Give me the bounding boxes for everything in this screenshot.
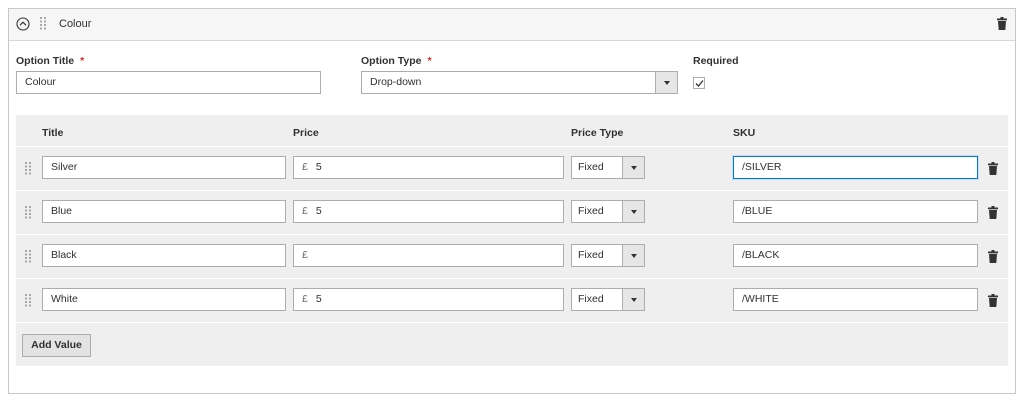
currency-symbol: £ [302,205,308,217]
value-price-input[interactable]: £ [293,244,564,267]
value-price-input[interactable]: £5 [293,200,564,223]
value-price-type-select[interactable]: Fixed [571,200,645,223]
value-price-type-text: Fixed [578,249,604,261]
value-title-input[interactable]: Black [42,244,286,267]
table-row: Blue £5 Fixed /BLUE [16,190,1008,234]
trash-icon[interactable] [988,250,998,263]
chevron-down-icon[interactable] [622,157,644,178]
drag-handle-icon[interactable] [25,162,31,175]
column-header-sku: SKU [733,127,756,139]
currency-symbol: £ [302,161,308,173]
value-title-input[interactable]: Blue [42,200,286,223]
option-title-input[interactable]: Colour [16,71,321,94]
value-price-type-text: Fixed [578,161,604,173]
table-row: Silver £5 Fixed /SILVER [16,146,1008,190]
table-row: Black £ Fixed /BLACK [16,234,1008,278]
value-sku-input[interactable]: /BLUE [733,200,978,223]
value-price-text: 5 [315,293,322,305]
row-divider [16,322,1008,323]
drag-handle-icon[interactable] [25,206,31,219]
option-title-value: Colour [25,76,56,88]
trash-icon[interactable] [988,162,998,175]
chevron-down-icon[interactable] [622,201,644,222]
value-price-text: 5 [315,161,322,173]
value-sku-text: /SILVER [742,161,782,173]
required-star: * [80,55,85,67]
value-price-input[interactable]: £5 [293,288,564,311]
value-sku-input[interactable]: /SILVER [733,156,978,179]
value-price-type-text: Fixed [578,293,604,305]
column-header-price: Price [293,127,319,139]
option-values-grid: Title Price Price Type SKU Silver £5 Fix… [16,115,1008,366]
trash-icon[interactable] [988,294,998,307]
value-sku-input[interactable]: /WHITE [733,288,978,311]
option-title-label: Option Title * [16,55,84,67]
option-title-label-text: Option Title [16,55,75,67]
value-price-input[interactable]: £5 [293,156,564,179]
chevron-down-icon[interactable] [622,289,644,310]
chevron-down-icon[interactable] [622,245,644,266]
drag-handle-icon[interactable] [25,294,31,307]
currency-symbol: £ [302,293,308,305]
option-header-title: Colour [59,18,92,30]
value-title-text: Blue [51,205,73,217]
value-sku-text: /WHITE [742,293,779,305]
option-type-label: Option Type * [361,55,432,67]
currency-symbol: £ [302,249,308,261]
trash-icon[interactable] [997,17,1007,30]
value-price-type-select[interactable]: Fixed [571,244,645,267]
value-price-type-text: Fixed [578,205,604,217]
required-label: Required [693,55,739,67]
value-price-type-select[interactable]: Fixed [571,156,645,179]
trash-icon[interactable] [988,206,998,219]
add-value-button[interactable]: Add Value [22,334,91,357]
value-title-input[interactable]: White [42,288,286,311]
option-type-label-text: Option Type [361,55,422,67]
value-sku-text: /BLACK [742,249,780,261]
value-title-text: Black [51,249,77,261]
column-header-price-type: Price Type [571,127,624,139]
required-checkbox[interactable] [693,77,705,89]
option-type-select[interactable]: Drop-down [361,71,678,94]
collapse-up-icon[interactable] [16,17,30,31]
checkmark-icon [695,80,704,87]
value-sku-input[interactable]: /BLACK [733,244,978,267]
drag-handle-icon[interactable] [25,250,31,263]
option-header[interactable]: Colour [9,9,1015,41]
value-sku-text: /BLUE [742,205,773,217]
value-title-input[interactable]: Silver [42,156,286,179]
column-header-title: Title [42,127,64,139]
value-price-text: 5 [315,205,322,217]
chevron-down-icon[interactable] [655,72,677,93]
value-price-type-select[interactable]: Fixed [571,288,645,311]
option-type-value: Drop-down [370,76,422,88]
drag-handle-icon[interactable] [40,17,46,30]
value-title-text: Silver [51,161,78,173]
required-star: * [427,55,432,67]
value-title-text: White [51,293,78,305]
table-row: White £5 Fixed /WHITE [16,278,1008,322]
